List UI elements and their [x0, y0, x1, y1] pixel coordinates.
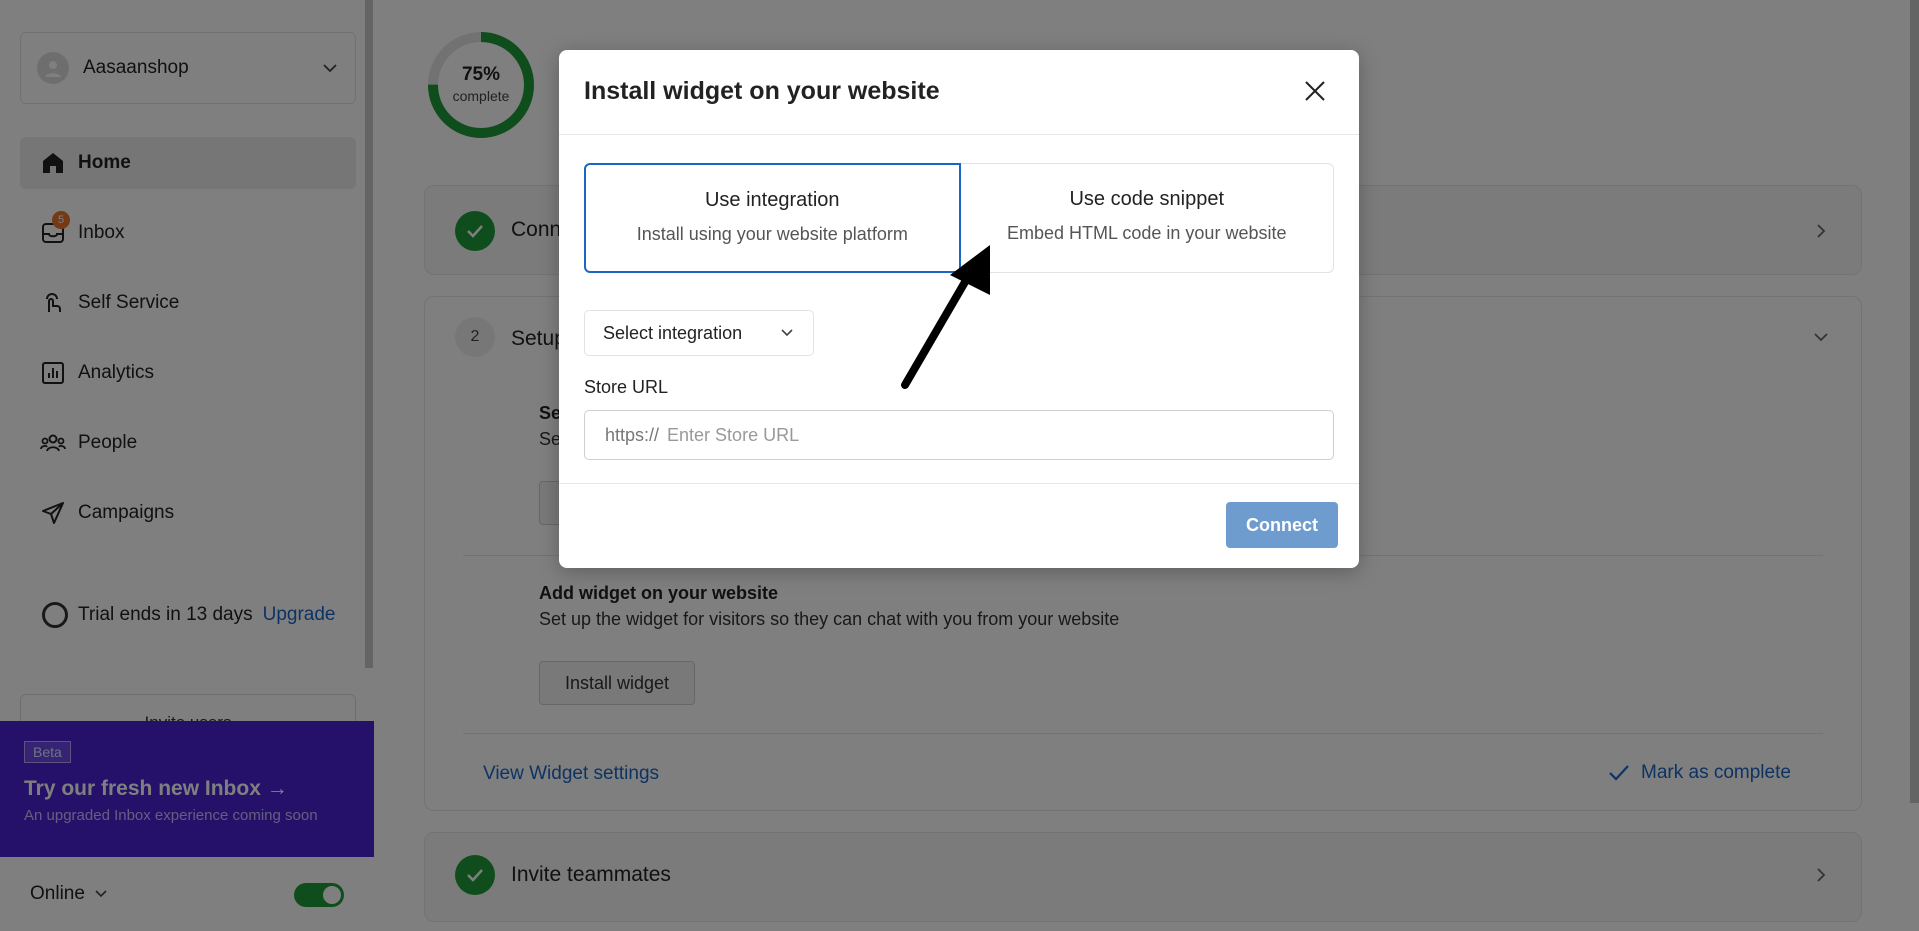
annotation-arrow-icon [901, 245, 990, 389]
store-url-label: Store URL [584, 377, 669, 397]
url-prefix: https:// [605, 424, 660, 445]
tab-use-code-snippet[interactable]: Use code snippet Embed HTML code in your… [960, 163, 1334, 273]
tab-subtitle: Embed HTML code in your website [1007, 223, 1287, 243]
tab-title: Use integration [704, 189, 840, 211]
store-url-input[interactable] [667, 424, 1313, 446]
select-value: Select integration [603, 322, 743, 343]
close-icon [1305, 81, 1325, 101]
connect-button[interactable]: Connect [1226, 502, 1338, 548]
tab-title: Use code snippet [1069, 188, 1225, 210]
store-url-field[interactable]: https:// [584, 410, 1334, 460]
chevron-down-icon [781, 329, 793, 337]
close-button[interactable] [1301, 77, 1329, 105]
footer-divider [559, 483, 1359, 484]
modal-title: Install widget on your website [584, 77, 940, 105]
integration-select[interactable]: Select integration [584, 310, 814, 356]
modal-header: Install widget on your website [559, 50, 1359, 135]
